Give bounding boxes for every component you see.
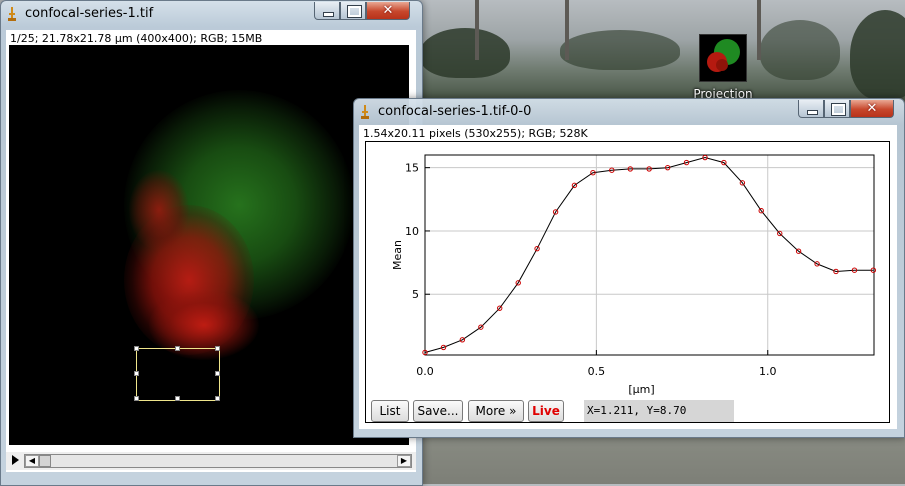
scroll-right-arrow[interactable]: ▶ [397,455,411,467]
plot-axes-frame [424,154,875,356]
microscope-icon [361,105,369,119]
profile-plot[interactable]: 0.0 0.5 1.0 5 10 15 [µm] Mean [366,142,889,422]
close-button[interactable]: ✕ [850,100,894,118]
list-button[interactable]: List [371,400,409,422]
save-button[interactable]: Save... [413,400,463,422]
plot-panel: 0.0 0.5 1.0 5 10 15 [µm] Mean [365,141,890,423]
maximize-icon [347,5,362,18]
plot-window: confocal-series-1.tif-0-0 ✕ 1.54x20.11 p… [353,98,905,438]
projection-desktop-icon[interactable]: Projection [688,34,758,104]
image-window-title: confocal-series-1.tif [25,6,154,21]
cursor-coordinates: X=1.211, Y=8.70 [584,400,734,422]
minimize-icon [807,110,818,115]
more-button[interactable]: More » [468,400,524,422]
plot-window-content: 1.54x20.11 pixels (530x255); RGB; 528K 0… [359,125,897,429]
live-button[interactable]: Live [528,400,564,422]
profile-line [424,156,874,353]
scroll-thumb[interactable] [39,455,51,467]
plot-window-title: confocal-series-1.tif-0-0 [378,104,532,119]
minimize-button[interactable] [798,100,824,118]
roi-handle[interactable] [134,396,139,401]
stack-slice-scrollbar[interactable]: ◀ ▶ [6,452,416,470]
roi-handle[interactable] [134,371,139,376]
roi-handle[interactable] [215,371,220,376]
roi-handle[interactable] [175,346,180,351]
roi-handle[interactable] [134,346,139,351]
maximize-icon [831,103,846,116]
x-tick-label: 1.0 [759,365,777,378]
roi-handle[interactable] [175,396,180,401]
scroll-track[interactable]: ◀ ▶ [24,454,412,468]
image-window-titlebar[interactable]: confocal-series-1.tif ✕ [1,1,422,27]
x-tick-label: 0.5 [588,365,606,378]
y-axis-label: Mean [391,240,404,270]
close-button[interactable]: ✕ [366,2,410,20]
image-info-line: 1/25; 21.78x21.78 µm (400x400); RGB; 15M… [10,32,263,45]
close-icon: ✕ [382,3,394,18]
plot-info-line: 1.54x20.11 pixels (530x255); RGB; 528K [363,127,588,140]
y-tick-label: 15 [405,162,419,175]
projection-thumbnail [699,34,747,82]
scroll-left-arrow[interactable]: ◀ [25,455,39,467]
close-icon: ✕ [866,101,878,116]
x-axis-label: [µm] [628,383,654,396]
minimize-icon [323,12,334,17]
y-tick-label: 5 [412,288,419,301]
roi-rectangle[interactable] [134,346,220,401]
confocal-image-canvas[interactable] [9,45,409,445]
roi-handle[interactable] [215,396,220,401]
microscope-icon [8,7,16,21]
play-icon[interactable] [12,455,19,465]
maximize-button[interactable] [824,100,850,118]
roi-handle[interactable] [215,346,220,351]
red-signal-2 [129,170,189,250]
plot-window-titlebar[interactable]: confocal-series-1.tif-0-0 ✕ [354,99,904,125]
x-tick-label: 0.0 [416,365,434,378]
maximize-button[interactable] [340,2,366,20]
y-tick-label: 10 [405,225,419,238]
minimize-button[interactable] [314,2,340,20]
